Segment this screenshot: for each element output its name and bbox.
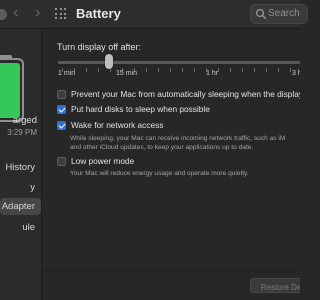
wake-network-description-line-2: and other iCloud updates, to keep your a… bbox=[70, 144, 254, 151]
close-window-button[interactable] bbox=[0, 9, 7, 20]
forward-arrow-icon[interactable]: › bbox=[35, 5, 40, 21]
wake-network-label: Wake for network access bbox=[71, 120, 164, 130]
sidebar-item-usage-history[interactable]: History bbox=[5, 162, 35, 173]
tick-label-1-hr: 1 hr bbox=[206, 70, 219, 77]
battery-status-text: arged bbox=[12, 115, 37, 126]
display-off-slider-knob[interactable] bbox=[105, 54, 113, 69]
search-field[interactable] bbox=[250, 4, 308, 24]
window-title: Battery bbox=[76, 6, 121, 21]
display-off-slider-track[interactable] bbox=[58, 61, 300, 64]
prevent-sleep-option[interactable]: Prevent your Mac from automatically slee… bbox=[57, 89, 300, 99]
disk-sleep-label: Put hard disks to sleep when possible bbox=[71, 104, 210, 114]
main-panel: Turn display off after: 1 min 15 min 1 h… bbox=[42, 29, 300, 300]
sidebar-item-schedule[interactable]: ule bbox=[22, 222, 35, 233]
prevent-sleep-label: Prevent your Mac from automatically slee… bbox=[71, 89, 300, 99]
sidebar: arged 3:29 PM History y Adapter ule bbox=[0, 29, 42, 300]
slider-ticks bbox=[58, 68, 300, 76]
search-input[interactable] bbox=[268, 6, 308, 20]
tick-label-3-hr: 3 h bbox=[292, 70, 300, 77]
display-off-slider-label: Turn display off after: bbox=[57, 42, 142, 52]
restore-defaults-button[interactable]: Restore Defa bbox=[250, 278, 300, 293]
low-power-description: Your Mac will reduce energy usage and op… bbox=[70, 170, 249, 177]
low-power-checkbox[interactable] bbox=[57, 157, 66, 166]
disk-sleep-checkbox[interactable] bbox=[57, 105, 66, 114]
low-power-label: Low power mode bbox=[71, 156, 135, 166]
wake-network-checkbox[interactable] bbox=[57, 121, 66, 130]
back-arrow-icon[interactable]: ‹ bbox=[13, 5, 18, 21]
sidebar-item-battery[interactable]: y bbox=[30, 182, 35, 193]
search-icon bbox=[255, 8, 267, 20]
title-bar: ‹ › Battery bbox=[0, 0, 308, 29]
wake-network-description-line-1: While sleeping, your Mac can receive inc… bbox=[70, 135, 286, 142]
low-power-option[interactable]: Low power mode bbox=[57, 156, 134, 166]
tick-label-1-min: 1 min bbox=[58, 70, 76, 77]
disk-sleep-option[interactable]: Put hard disks to sleep when possible bbox=[57, 104, 210, 114]
footer-divider bbox=[42, 270, 300, 271]
sidebar-item-power-adapter[interactable]: Adapter bbox=[0, 198, 41, 215]
battery-status-time: 3:29 PM bbox=[7, 128, 37, 137]
prevent-sleep-checkbox[interactable] bbox=[57, 90, 66, 99]
tick-label-15-min: 15 min bbox=[116, 70, 138, 77]
show-all-grid-icon[interactable] bbox=[55, 8, 67, 20]
wake-network-option[interactable]: Wake for network access bbox=[57, 120, 163, 130]
